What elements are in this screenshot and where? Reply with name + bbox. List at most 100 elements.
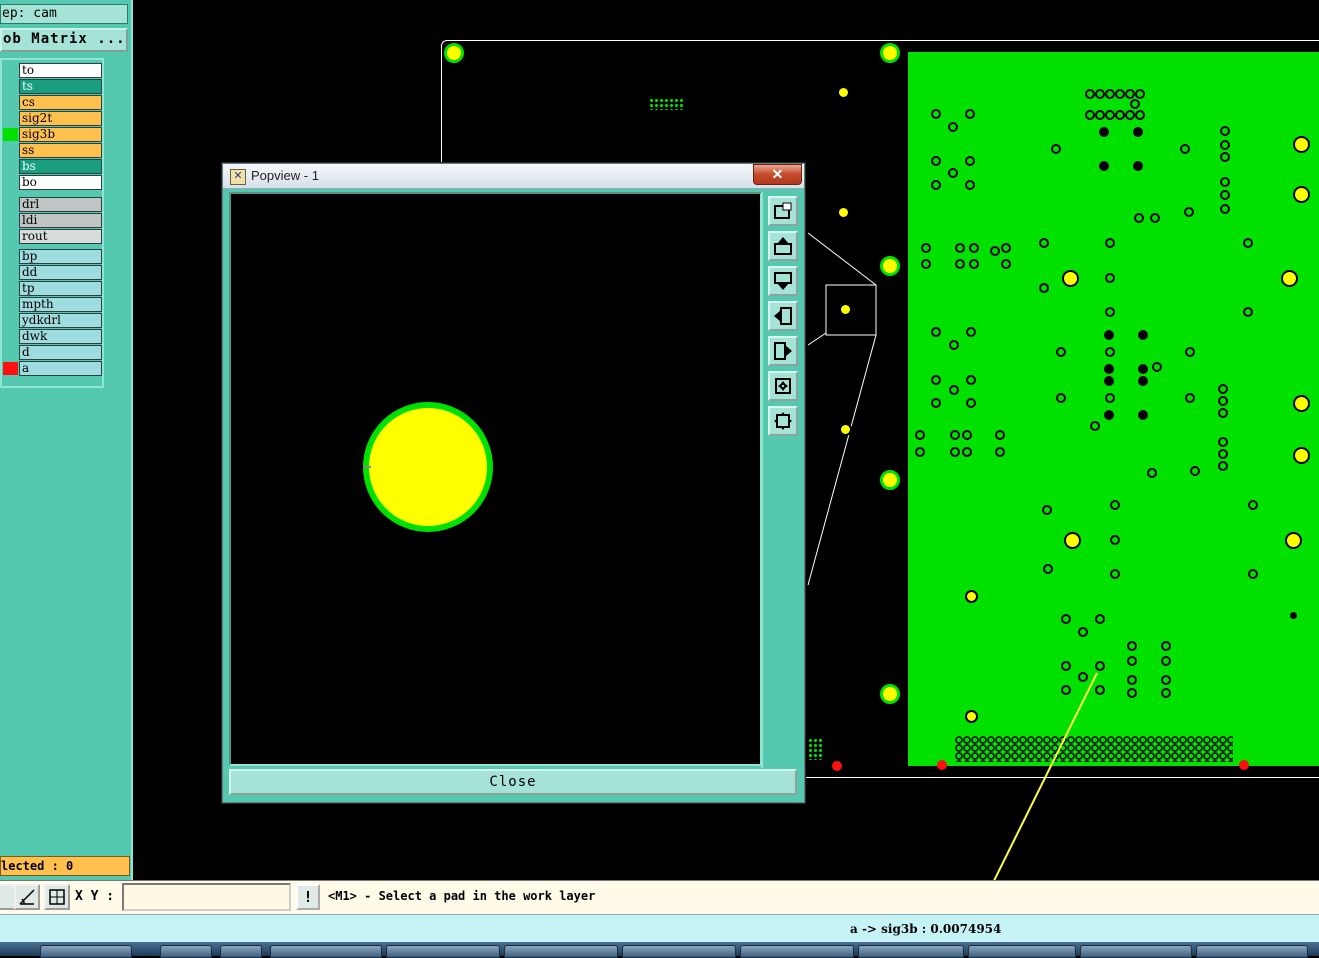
- job-matrix-button[interactable]: ob Matrix ...: [0, 28, 128, 52]
- taskbar-item[interactable]: [386, 945, 500, 958]
- drill-hole[interactable]: [1161, 675, 1171, 685]
- layer-row-dwk[interactable]: dwk: [19, 329, 102, 344]
- layer-row-tp[interactable]: tp: [19, 281, 102, 296]
- drill-hole[interactable]: [1130, 99, 1140, 109]
- filled-via[interactable]: [1290, 612, 1297, 619]
- drill-hole[interactable]: [1218, 449, 1228, 459]
- mounting-pad[interactable]: [880, 43, 900, 63]
- drill-hole[interactable]: [1150, 213, 1160, 223]
- layer-row-drl[interactable]: drl: [19, 197, 102, 212]
- drill-hole[interactable]: [969, 243, 979, 253]
- layer-row-mpth[interactable]: mpth: [19, 297, 102, 312]
- drill-hole[interactable]: [1061, 614, 1071, 624]
- taskbar-item[interactable]: [1080, 945, 1192, 958]
- drill-hole[interactable]: [1105, 89, 1115, 99]
- measure-button[interactable]: [14, 884, 40, 910]
- drill-hole[interactable]: [948, 168, 958, 178]
- drill-hole[interactable]: [931, 109, 941, 119]
- drill-hole[interactable]: [931, 375, 941, 385]
- layer-row-ss[interactable]: ss: [19, 143, 102, 158]
- taskbar-item[interactable]: [270, 945, 382, 958]
- drill-hole[interactable]: [1001, 243, 1011, 253]
- drill-hole[interactable]: [1218, 437, 1228, 447]
- pad[interactable]: [1293, 447, 1310, 464]
- drill-hole[interactable]: [950, 430, 960, 440]
- drill-hole[interactable]: [969, 259, 979, 269]
- pad[interactable]: [1293, 186, 1310, 203]
- drill-hole[interactable]: [965, 109, 975, 119]
- layer-row-sig3b[interactable]: sig3b: [19, 127, 102, 142]
- drill-hole[interactable]: [921, 259, 931, 269]
- drill-hole[interactable]: [1220, 152, 1230, 162]
- filled-via[interactable]: [1133, 127, 1143, 137]
- pan-right-button[interactable]: [768, 336, 798, 366]
- drill-hole[interactable]: [1147, 468, 1157, 478]
- drill-hole[interactable]: [1220, 126, 1230, 136]
- filled-via[interactable]: [1138, 364, 1148, 374]
- drill-hole[interactable]: [949, 385, 959, 395]
- drill-hole[interactable]: [1127, 641, 1137, 651]
- taskbar-item[interactable]: [1196, 945, 1308, 958]
- drill-hole[interactable]: [1185, 347, 1195, 357]
- taskbar-item[interactable]: [220, 945, 262, 958]
- taskbar-item[interactable]: [504, 945, 618, 958]
- pan-up-button[interactable]: [768, 231, 798, 261]
- drill-hole[interactable]: [1105, 273, 1115, 283]
- red-pad[interactable]: [1239, 760, 1249, 770]
- pad[interactable]: [839, 423, 852, 436]
- filled-via[interactable]: [1133, 161, 1143, 171]
- drill-hole[interactable]: [1161, 641, 1171, 651]
- taskbar-item[interactable]: [622, 945, 736, 958]
- drill-hole[interactable]: [965, 180, 975, 190]
- drill-hole[interactable]: [955, 243, 965, 253]
- drill-hole[interactable]: [955, 259, 965, 269]
- drill-hole[interactable]: [995, 430, 1005, 440]
- filled-via[interactable]: [1104, 410, 1114, 420]
- drill-hole[interactable]: [966, 327, 976, 337]
- pan-down-button[interactable]: [768, 266, 798, 296]
- drill-hole[interactable]: [990, 246, 1000, 256]
- execute-button[interactable]: !: [296, 884, 320, 910]
- drill-hole[interactable]: [1127, 656, 1137, 666]
- filled-via[interactable]: [1138, 330, 1148, 340]
- drill-hole[interactable]: [1105, 347, 1115, 357]
- drill-hole[interactable]: [1220, 177, 1230, 187]
- drill-hole[interactable]: [966, 398, 976, 408]
- drill-hole[interactable]: [931, 180, 941, 190]
- drill-hole[interactable]: [1161, 656, 1171, 666]
- drill-hole[interactable]: [1078, 627, 1088, 637]
- drill-hole[interactable]: [921, 243, 931, 253]
- drill-hole[interactable]: [1110, 500, 1120, 510]
- taskbar-item[interactable]: [40, 945, 132, 958]
- drill-hole[interactable]: [1161, 688, 1171, 698]
- drill-hole[interactable]: [1056, 393, 1066, 403]
- layer-row-bs[interactable]: bs: [19, 159, 102, 174]
- drill-hole[interactable]: [1243, 307, 1253, 317]
- red-pad[interactable]: [832, 761, 842, 771]
- drill-hole[interactable]: [1042, 505, 1052, 515]
- drill-hole[interactable]: [1043, 564, 1053, 574]
- drill-hole[interactable]: [1001, 259, 1011, 269]
- mounting-pad[interactable]: [880, 256, 900, 276]
- zoom-home-button[interactable]: [768, 406, 798, 436]
- drill-hole[interactable]: [1090, 421, 1100, 431]
- drill-hole[interactable]: [965, 156, 975, 166]
- layer-row-to[interactable]: to: [19, 63, 102, 78]
- drill-hole[interactable]: [1134, 213, 1144, 223]
- drill-hole[interactable]: [1135, 89, 1145, 99]
- drill-hole[interactable]: [962, 447, 972, 457]
- filled-via[interactable]: [1104, 364, 1114, 374]
- layer-row-bp[interactable]: bp: [19, 249, 102, 264]
- popview-close-button[interactable]: Close: [229, 769, 797, 795]
- drill-hole[interactable]: [1056, 347, 1066, 357]
- xy-input[interactable]: [122, 883, 291, 911]
- pad[interactable]: [965, 590, 978, 603]
- drill-hole[interactable]: [1127, 688, 1137, 698]
- drill-hole[interactable]: [1185, 393, 1195, 403]
- mounting-pad[interactable]: [444, 43, 464, 63]
- mounting-pad[interactable]: [880, 470, 900, 490]
- window-close-button[interactable]: ✕: [753, 164, 802, 185]
- drill-hole[interactable]: [949, 340, 959, 350]
- filled-via[interactable]: [1104, 330, 1114, 340]
- layer-row-ldi[interactable]: ldi: [19, 213, 102, 228]
